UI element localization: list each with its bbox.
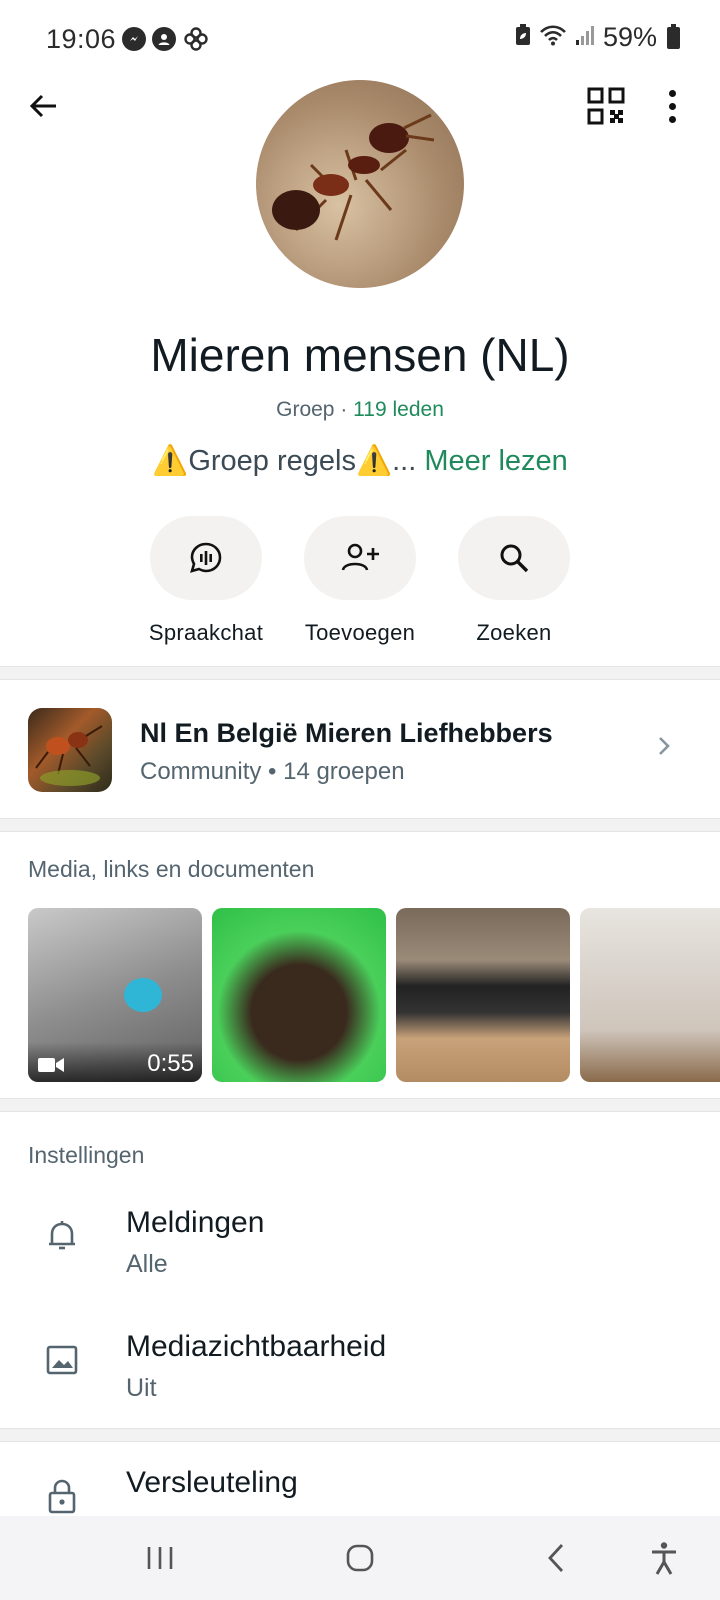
nav-back-icon: [548, 1544, 564, 1572]
media-visibility-setting[interactable]: Mediazichtbaarheid Uit: [0, 1310, 720, 1420]
more-vert-icon: [668, 89, 676, 97]
accessibility-icon: [652, 1542, 676, 1575]
group-type: Groep: [276, 398, 335, 421]
voice-chat-label: Spraakchat: [148, 620, 264, 645]
section-divider: [0, 1098, 720, 1112]
community-row[interactable]: Nl En België Mieren Liefhebbers Communit…: [0, 682, 720, 818]
search-label: Zoeken: [476, 620, 552, 645]
battery-icon: [667, 23, 680, 49]
media-thumbnail-image[interactable]: [396, 908, 570, 1082]
group-avatar[interactable]: [256, 80, 464, 288]
image-icon: [46, 1345, 78, 1375]
media-thumbnail-video[interactable]: 0:55: [28, 908, 202, 1082]
more-options-button[interactable]: [660, 86, 684, 126]
video-duration: 0:55: [147, 1050, 194, 1077]
add-person-icon: [341, 543, 379, 571]
media-thumbnail-image[interactable]: [212, 908, 386, 1082]
home-button[interactable]: [338, 1538, 382, 1578]
wifi-icon: [539, 24, 567, 52]
group-description: ⚠️Groep regels⚠️... Meer lezen: [0, 444, 720, 478]
notifications-title: Meldingen: [126, 1206, 265, 1239]
status-notification-icons: [122, 27, 210, 51]
group-name: Mieren mensen (NL): [150, 329, 570, 381]
search-icon: [500, 544, 529, 573]
status-system-icons: 59%: [515, 22, 680, 53]
status-bar: 19:06 59%: [0, 0, 720, 80]
community-avatar: [28, 708, 112, 792]
media-section-title[interactable]: Media, links en documenten: [28, 856, 314, 883]
community-subtitle: Community • 14 groepen: [140, 758, 405, 785]
signal-icon: [575, 24, 595, 52]
voice-chat-button[interactable]: Spraakchat: [126, 516, 286, 646]
media-visibility-title: Mediazichtbaarheid: [126, 1330, 387, 1363]
status-time: 19:06: [46, 24, 117, 54]
chevron-right-icon: [656, 732, 672, 766]
bell-icon: [49, 1221, 75, 1250]
voice-chat-icon: [190, 542, 222, 573]
ant-photo-image: [272, 113, 435, 241]
notifications-setting[interactable]: Meldingen Alle: [0, 1186, 720, 1296]
media-thumbnail-image[interactable]: [580, 908, 720, 1082]
section-divider: [0, 1428, 720, 1442]
search-chip[interactable]: [458, 516, 570, 600]
messenger-icon: [122, 27, 146, 51]
video-camera-icon: [38, 1058, 64, 1072]
add-member-button[interactable]: Toevoegen: [280, 516, 440, 646]
section-divider: [0, 818, 720, 832]
account-icon: [152, 27, 176, 51]
encryption-title: Versleuteling: [126, 1466, 298, 1499]
recent-apps-icon: [147, 1547, 173, 1569]
section-divider: [0, 666, 720, 680]
notifications-value: Alle: [126, 1250, 168, 1278]
ant-community-image: [35, 725, 103, 786]
qr-code-icon: [587, 87, 625, 125]
pinwheel-icon: [182, 27, 210, 51]
recent-apps-button[interactable]: [140, 1538, 180, 1578]
media-thumbnails: 0:55: [28, 908, 720, 1082]
add-member-label: Toevoegen: [304, 620, 416, 645]
settings-section-title: Instellingen: [28, 1142, 145, 1168]
home-icon: [346, 1544, 374, 1572]
add-member-chip[interactable]: [304, 516, 416, 600]
lock-icon: [48, 1479, 76, 1514]
group-members-link[interactable]: 119 leden: [353, 398, 444, 421]
voice-chat-chip[interactable]: [150, 516, 262, 600]
group-subtitle: Groep · 119 leden: [0, 398, 720, 422]
group-subtitle-separator: ·: [334, 398, 354, 421]
system-navigation-bar: [0, 1516, 720, 1600]
battery-percentage: 59%: [602, 22, 657, 52]
qr-code-button[interactable]: [586, 86, 626, 126]
community-title: Nl En België Mieren Liefhebbers: [140, 718, 553, 748]
accessibility-button[interactable]: [644, 1538, 684, 1578]
nav-back-button[interactable]: [536, 1538, 576, 1578]
back-button[interactable]: [22, 84, 66, 128]
media-thumbnail-detail: [124, 978, 162, 1012]
arrow-back-icon: [29, 94, 56, 118]
search-button[interactable]: Zoeken: [434, 516, 594, 646]
battery-saver-icon: [515, 23, 531, 52]
read-more-link[interactable]: Meer lezen: [424, 445, 567, 477]
group-description-text: ⚠️Groep regels⚠️...: [152, 445, 417, 477]
media-visibility-value: Uit: [126, 1374, 157, 1402]
